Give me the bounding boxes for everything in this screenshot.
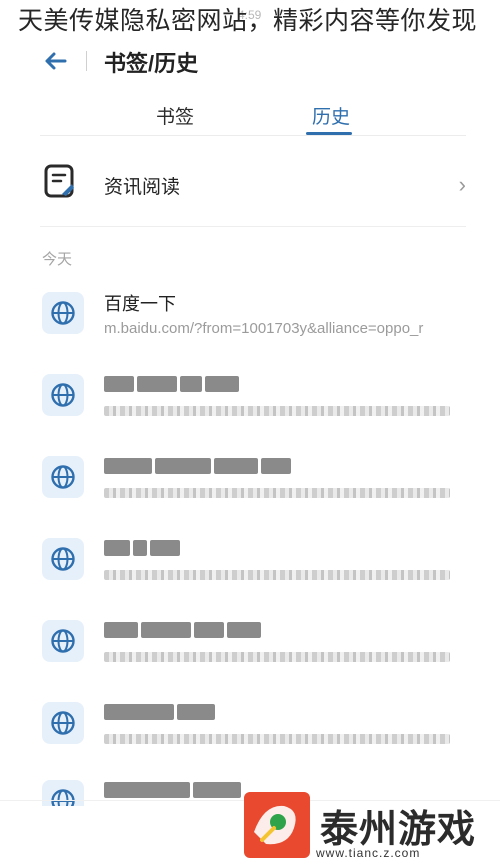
watermark-logo [244,792,310,858]
globe-icon [42,456,84,498]
history-item[interactable]: 百度一下 m.baidu.com/?from=1001703y&alliance… [40,288,466,354]
history-item[interactable] [40,616,466,682]
tab-bookmarks[interactable]: 书签 [156,102,194,129]
globe-icon [42,292,84,334]
globe-icon [42,538,84,580]
watermark-url: www.tianc.z.com [316,846,421,860]
history-item-title: 百度一下 [104,294,176,314]
globe-icon [42,780,84,806]
globe-icon [42,702,84,744]
globe-icon [42,374,84,416]
history-item-url-obscured [104,406,450,416]
history-item[interactable] [40,534,466,600]
history-item-url-obscured [104,652,450,662]
section-label-today: 今天 [42,251,73,268]
header-bar: 书签/历史 [0,40,500,84]
history-item-title-obscured [104,782,244,800]
history-item-url: m.baidu.com/?from=1001703y&alliance=oppo… [104,320,424,337]
news-reading-entry[interactable]: 资讯阅读 › [40,158,466,210]
history-item-title-obscured [104,704,218,722]
tab-history[interactable]: 历史 [312,102,350,129]
divider [40,226,466,227]
news-reader-icon [44,164,74,198]
history-item-url-obscured [104,570,450,580]
site-watermark: 泰州游戏网 www.tianc.z.com [244,792,500,866]
overlay-caption: 天美传媒隐私密网站，精彩内容等你发现 [18,6,478,35]
history-item-url-obscured [104,488,450,498]
history-item[interactable] [40,370,466,436]
page-title: 书签/历史 [104,51,199,76]
tab-bar: 书签 历史 [40,96,466,136]
news-reading-label: 资讯阅读 [104,177,181,198]
history-item[interactable] [40,698,466,764]
active-tab-indicator [306,132,352,135]
chevron-right-icon: › [458,172,466,197]
header-divider [86,51,87,71]
history-item-title-obscured [104,622,264,640]
history-item-title-obscured [104,540,183,558]
back-button[interactable] [38,46,72,76]
history-item-url-obscured [104,734,450,744]
history-item[interactable] [40,452,466,518]
arrow-left-icon [45,52,67,70]
history-item-title-obscured [104,458,294,476]
history-item-title-obscured [104,376,242,394]
globe-icon [42,620,84,662]
